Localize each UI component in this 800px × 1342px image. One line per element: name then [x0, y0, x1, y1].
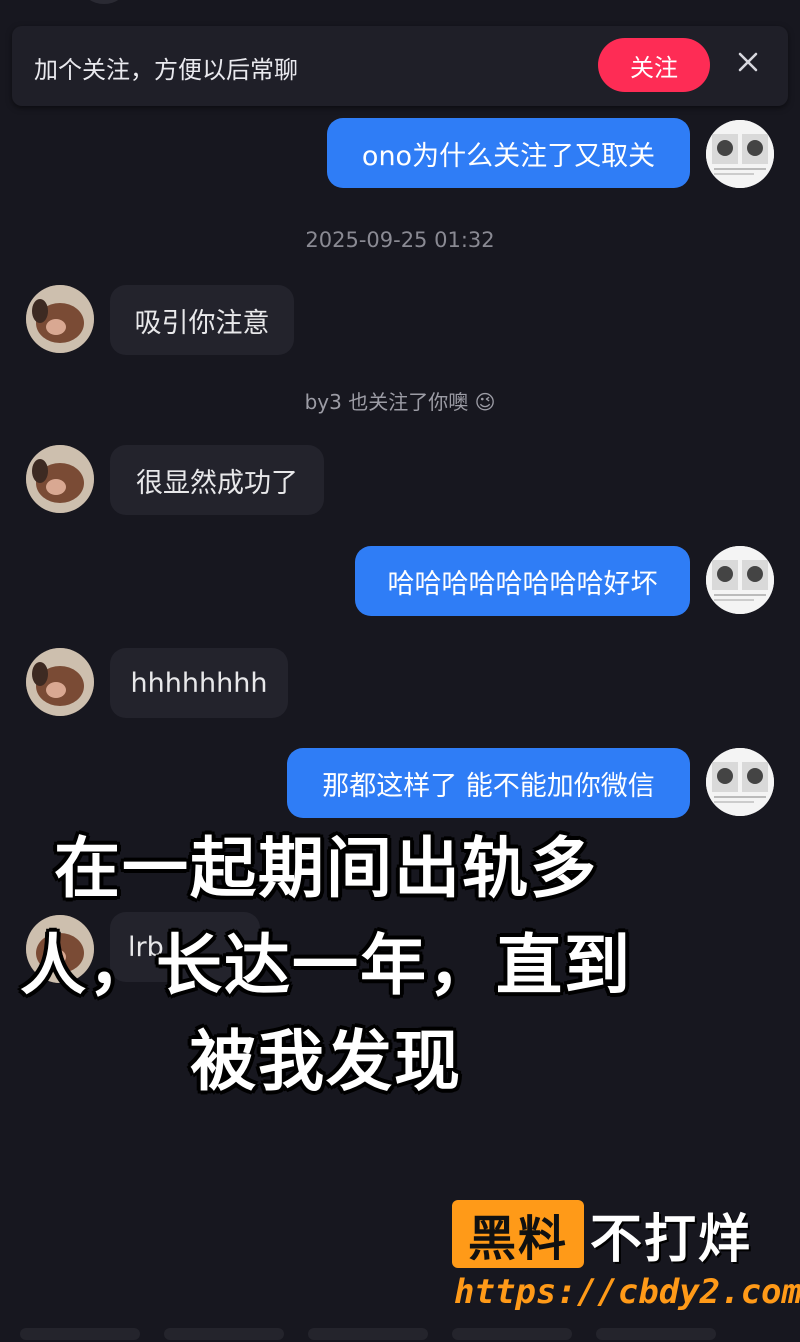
- overlay-caption-line2: 人，长达一年，直到: [20, 927, 632, 1004]
- follow-prompt: 加个关注，方便以后常聊: [34, 56, 298, 84]
- message-bubble-sent[interactable]: 那都这样了 能不能加你微信: [287, 748, 690, 818]
- message-bubble-received[interactable]: 很显然成功了: [110, 445, 324, 515]
- system-note: by3 也关注了你噢 😉: [0, 386, 800, 415]
- message-bubble-sent[interactable]: ono为什么关注了又取关: [327, 118, 690, 188]
- my-avatar[interactable]: [706, 546, 774, 614]
- overlay-caption-line3: 被我发现: [190, 1023, 462, 1100]
- bottom-toolbar-stub: [0, 1322, 800, 1342]
- timestamp: 2025-09-25 01:32: [305, 228, 495, 252]
- wink-emoji-icon: 😉: [474, 390, 496, 414]
- message-bubble-sent[interactable]: 哈哈哈哈哈哈哈哈好坏: [355, 546, 690, 616]
- contact-avatar[interactable]: [26, 285, 94, 353]
- message-bubble-received[interactable]: hhhhhhhh: [110, 648, 288, 718]
- watermark-brand-box: 黑料: [452, 1200, 584, 1268]
- overlay-caption-line1: 在一起期间出轨多: [54, 830, 598, 907]
- my-avatar[interactable]: [706, 120, 774, 188]
- close-icon[interactable]: [734, 48, 762, 76]
- follow-banner: 加个关注，方便以后常聊 关注: [12, 26, 788, 106]
- system-note-text: by3 也关注了你噢: [304, 390, 469, 414]
- watermark-url: https://cbdy2.com: [454, 1272, 800, 1312]
- contact-avatar[interactable]: [26, 445, 94, 513]
- partial-avatar: [82, 0, 126, 4]
- message-bubble-received[interactable]: 吸引你注意: [110, 285, 294, 355]
- contact-avatar[interactable]: [26, 648, 94, 716]
- watermark-brand-text: 不打烊: [590, 1209, 753, 1270]
- my-avatar[interactable]: [706, 748, 774, 816]
- follow-button[interactable]: 关注: [598, 38, 710, 92]
